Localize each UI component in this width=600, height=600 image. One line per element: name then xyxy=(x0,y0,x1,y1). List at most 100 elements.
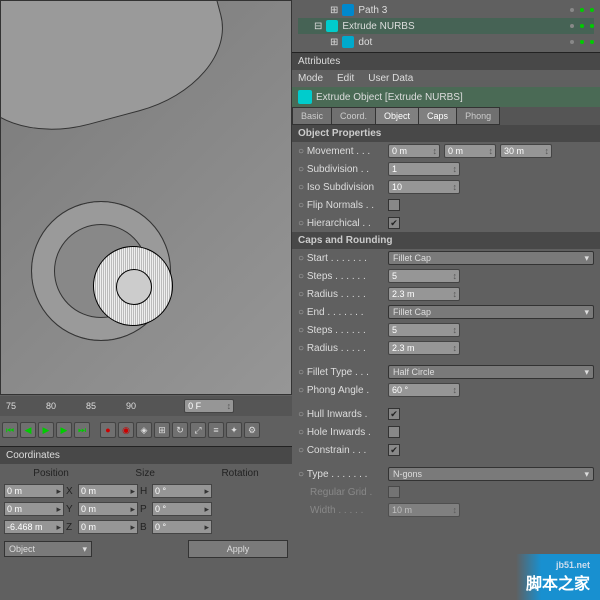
key-scale-icon[interactable]: ⤢ xyxy=(190,422,206,438)
steps1-label: Steps . . . . . . xyxy=(298,271,384,282)
radius1-field[interactable]: 2.3 m xyxy=(388,287,460,301)
hole-checkbox[interactable] xyxy=(388,426,400,438)
right-panel: ⊞ Path 3 ⊟ Extrude NURBS ⊞ dot Attribute… xyxy=(292,0,600,600)
timeline-ruler[interactable]: 75 80 85 90 0 F xyxy=(0,396,292,416)
mode-menu[interactable]: Mode xyxy=(298,73,323,84)
key-param-icon[interactable]: ≡ xyxy=(208,422,224,438)
forward-end-icon[interactable]: ⏭ xyxy=(74,422,90,438)
playback-toolbar: ⏮ ◀ ▶ ▶ ⏭ ● ◉ ◈ ⊞ ↻ ⤢ ≡ ✦ ⚙ xyxy=(0,418,292,442)
steps1-field[interactable]: 5 xyxy=(388,269,460,283)
attr-tabs: Basic Coord. Object Caps Phong xyxy=(292,107,600,125)
end-select[interactable]: Fillet Cap xyxy=(388,305,594,319)
iso-label: Iso Subdivision xyxy=(298,182,384,193)
settings-icon[interactable]: ⚙ xyxy=(244,422,260,438)
coordinates-panel: Coordinates Position Size Rotation 0 mX … xyxy=(0,446,292,558)
width-field: 10 m xyxy=(388,503,460,517)
step-back-icon[interactable]: ◀ xyxy=(20,422,36,438)
movement-label: Movement . . . xyxy=(298,146,384,157)
play-icon[interactable]: ▶ xyxy=(38,422,54,438)
watermark-text: 脚本之家 xyxy=(526,570,590,594)
subdivision-label: Subdivision . . xyxy=(298,164,384,175)
type-label: Type . . . . . . . xyxy=(298,469,384,480)
constrain-label: Constrain . . . xyxy=(298,445,384,456)
object-header: Extrude Object [Extrude NURBS] xyxy=(292,87,600,107)
coord-mode-select[interactable]: Object xyxy=(4,541,92,557)
type-select[interactable]: N-gons xyxy=(388,467,594,481)
start-select[interactable]: Fillet Cap xyxy=(388,251,594,265)
size-y-field[interactable]: 0 m xyxy=(78,502,138,516)
viewport-3d[interactable] xyxy=(0,0,292,395)
record-icon[interactable]: ● xyxy=(100,422,116,438)
hierarchy-item-dot[interactable]: ⊞ dot xyxy=(298,34,594,50)
tick: 90 xyxy=(126,401,136,411)
start-label: Start . . . . . . . xyxy=(298,253,384,264)
tab-caps[interactable]: Caps xyxy=(418,107,457,125)
movement-z-field[interactable]: 30 m xyxy=(500,144,552,158)
selected-mesh[interactable] xyxy=(93,246,173,326)
object-manager[interactable]: ⊞ Path 3 ⊟ Extrude NURBS ⊞ dot xyxy=(292,0,600,52)
attr-menu-bar: Mode Edit User Data xyxy=(292,70,600,87)
edit-menu[interactable]: Edit xyxy=(337,73,354,84)
userdata-menu[interactable]: User Data xyxy=(368,73,413,84)
constrain-checkbox[interactable]: ✔ xyxy=(388,444,400,456)
subdivision-field[interactable]: 1 xyxy=(388,162,460,176)
tab-basic[interactable]: Basic xyxy=(292,107,332,125)
hole-label: Hole Inwards . xyxy=(298,427,384,438)
hierarchy-item-path3[interactable]: ⊞ Path 3 xyxy=(298,2,594,18)
steps2-field[interactable]: 5 xyxy=(388,323,460,337)
size-x-field[interactable]: 0 m xyxy=(78,484,138,498)
radius2-field[interactable]: 2.3 m xyxy=(388,341,460,355)
phong-angle-field[interactable]: 60 ° xyxy=(388,383,460,397)
rot-h-field[interactable]: 0 ° xyxy=(152,484,212,498)
current-frame-field[interactable]: 0 F xyxy=(184,399,234,413)
extrude-icon xyxy=(298,90,312,104)
autokey-icon[interactable]: ◉ xyxy=(118,422,134,438)
tick: 85 xyxy=(86,401,96,411)
flip-checkbox[interactable] xyxy=(388,199,400,211)
flip-label: Flip Normals . . xyxy=(298,200,384,211)
size-z-field[interactable]: 0 m xyxy=(78,520,138,534)
col-size: Size xyxy=(135,468,154,479)
fillet-type-select[interactable]: Half Circle xyxy=(388,365,594,379)
z-label: Z xyxy=(66,522,76,533)
pos-z-field[interactable]: -6.468 m xyxy=(4,520,64,534)
key-rot-icon[interactable]: ↻ xyxy=(172,422,188,438)
watermark: jb51.net 脚本之家 xyxy=(516,554,600,600)
rot-b-field[interactable]: 0 ° xyxy=(152,520,212,534)
h-label: H xyxy=(140,486,150,497)
width-label: Width . . . . . xyxy=(298,505,384,516)
object-header-text: Extrude Object [Extrude NURBS] xyxy=(316,92,463,103)
apply-button[interactable]: Apply xyxy=(188,540,288,558)
rot-p-field[interactable]: 0 ° xyxy=(152,502,212,516)
hierarchy-label: Extrude NURBS xyxy=(342,21,414,32)
spline-icon xyxy=(342,4,354,16)
caps-title: Caps and Rounding xyxy=(292,232,600,249)
key-pos-icon[interactable]: ⊞ xyxy=(154,422,170,438)
end-label: End . . . . . . . xyxy=(298,307,384,318)
hierarchy-label: Path 3 xyxy=(358,5,387,16)
hierarchy-item-extrude[interactable]: ⊟ Extrude NURBS xyxy=(298,18,594,34)
rewind-start-icon[interactable]: ⏮ xyxy=(2,422,18,438)
spline-icon xyxy=(342,36,354,48)
hierarchical-label: Hierarchical . . xyxy=(298,218,384,229)
iso-field[interactable]: 10 xyxy=(388,180,460,194)
col-position: Position xyxy=(33,468,69,479)
tick: 80 xyxy=(46,401,56,411)
hierarchical-checkbox[interactable]: ✔ xyxy=(388,217,400,229)
pos-y-field[interactable]: 0 m xyxy=(4,502,64,516)
nurbs-icon xyxy=(326,20,338,32)
key-misc-icon[interactable]: ✦ xyxy=(226,422,242,438)
tab-coord[interactable]: Coord. xyxy=(331,107,376,125)
viewport-content[interactable] xyxy=(1,1,291,394)
p-label: P xyxy=(140,504,150,515)
object-properties-title: Object Properties xyxy=(292,125,600,142)
coordinates-title: Coordinates xyxy=(0,446,292,464)
movement-x-field[interactable]: 0 m xyxy=(388,144,440,158)
movement-y-field[interactable]: 0 m xyxy=(444,144,496,158)
step-fwd-icon[interactable]: ▶ xyxy=(56,422,72,438)
tab-object[interactable]: Object xyxy=(375,107,419,125)
pos-x-field[interactable]: 0 m xyxy=(4,484,64,498)
keyframe-icon[interactable]: ◈ xyxy=(136,422,152,438)
tab-phong[interactable]: Phong xyxy=(456,107,500,125)
hull-checkbox[interactable]: ✔ xyxy=(388,408,400,420)
